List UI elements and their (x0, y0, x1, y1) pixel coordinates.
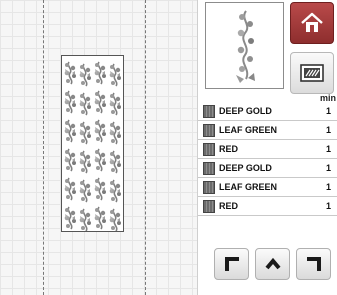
thread-row[interactable]: DEEP GOLD 1 (198, 102, 337, 121)
thread-color-name: LEAF GREEN (219, 125, 278, 135)
thread-swatch (203, 105, 215, 118)
grid-guide-line (145, 0, 146, 295)
thread-color-list[interactable]: DEEP GOLD 1 LEAF GREEN 1 RED 1 DEEP GOLD… (198, 102, 337, 216)
thread-minutes: 1 (325, 106, 331, 116)
stitch-view-button[interactable] (290, 52, 334, 94)
thread-row[interactable]: RED 1 (198, 197, 337, 216)
home-icon (301, 12, 323, 32)
thread-minutes: 1 (325, 201, 331, 211)
stitch-view-icon (300, 64, 324, 82)
thread-row[interactable]: LEAF GREEN 1 (198, 121, 337, 140)
thread-row[interactable]: RED 1 (198, 140, 337, 159)
move-up-right-button[interactable] (296, 248, 331, 280)
thread-minutes: 1 (325, 144, 331, 154)
embroidery-canvas[interactable] (0, 0, 198, 295)
thread-color-name: RED (219, 144, 239, 154)
thread-color-name: LEAF GREEN (219, 182, 278, 192)
move-up-button[interactable] (255, 248, 290, 280)
design-preview (205, 2, 284, 89)
pattern-column (63, 61, 77, 230)
home-button[interactable] (290, 2, 334, 44)
thread-swatch (203, 162, 215, 175)
thread-color-name: DEEP GOLD (219, 106, 272, 116)
thread-minutes: 1 (325, 125, 331, 135)
arrow-up-left-icon (224, 257, 239, 271)
embroidery-design-area[interactable] (61, 55, 124, 232)
thread-row[interactable]: LEAF GREEN 1 (198, 178, 337, 197)
thread-color-name: RED (219, 201, 239, 211)
side-panel: min DEEP GOLD 1 LEAF GREEN 1 RED 1 DEEP … (198, 0, 337, 295)
thread-color-name: DEEP GOLD (219, 163, 272, 173)
thread-row[interactable]: DEEP GOLD 1 (198, 159, 337, 178)
thread-minutes: 1 (325, 182, 331, 192)
thread-swatch (203, 181, 215, 194)
thread-swatch (203, 200, 215, 213)
thread-minutes: 1 (325, 163, 331, 173)
arrow-up-right-icon (306, 257, 321, 271)
thread-swatch (203, 143, 215, 156)
design-preview-image (236, 10, 255, 83)
arrow-up-icon (264, 257, 281, 270)
move-up-left-button[interactable] (214, 248, 249, 280)
grid-guide-line (43, 0, 44, 295)
thread-swatch (203, 124, 215, 137)
embroidery-pattern (63, 61, 122, 231)
